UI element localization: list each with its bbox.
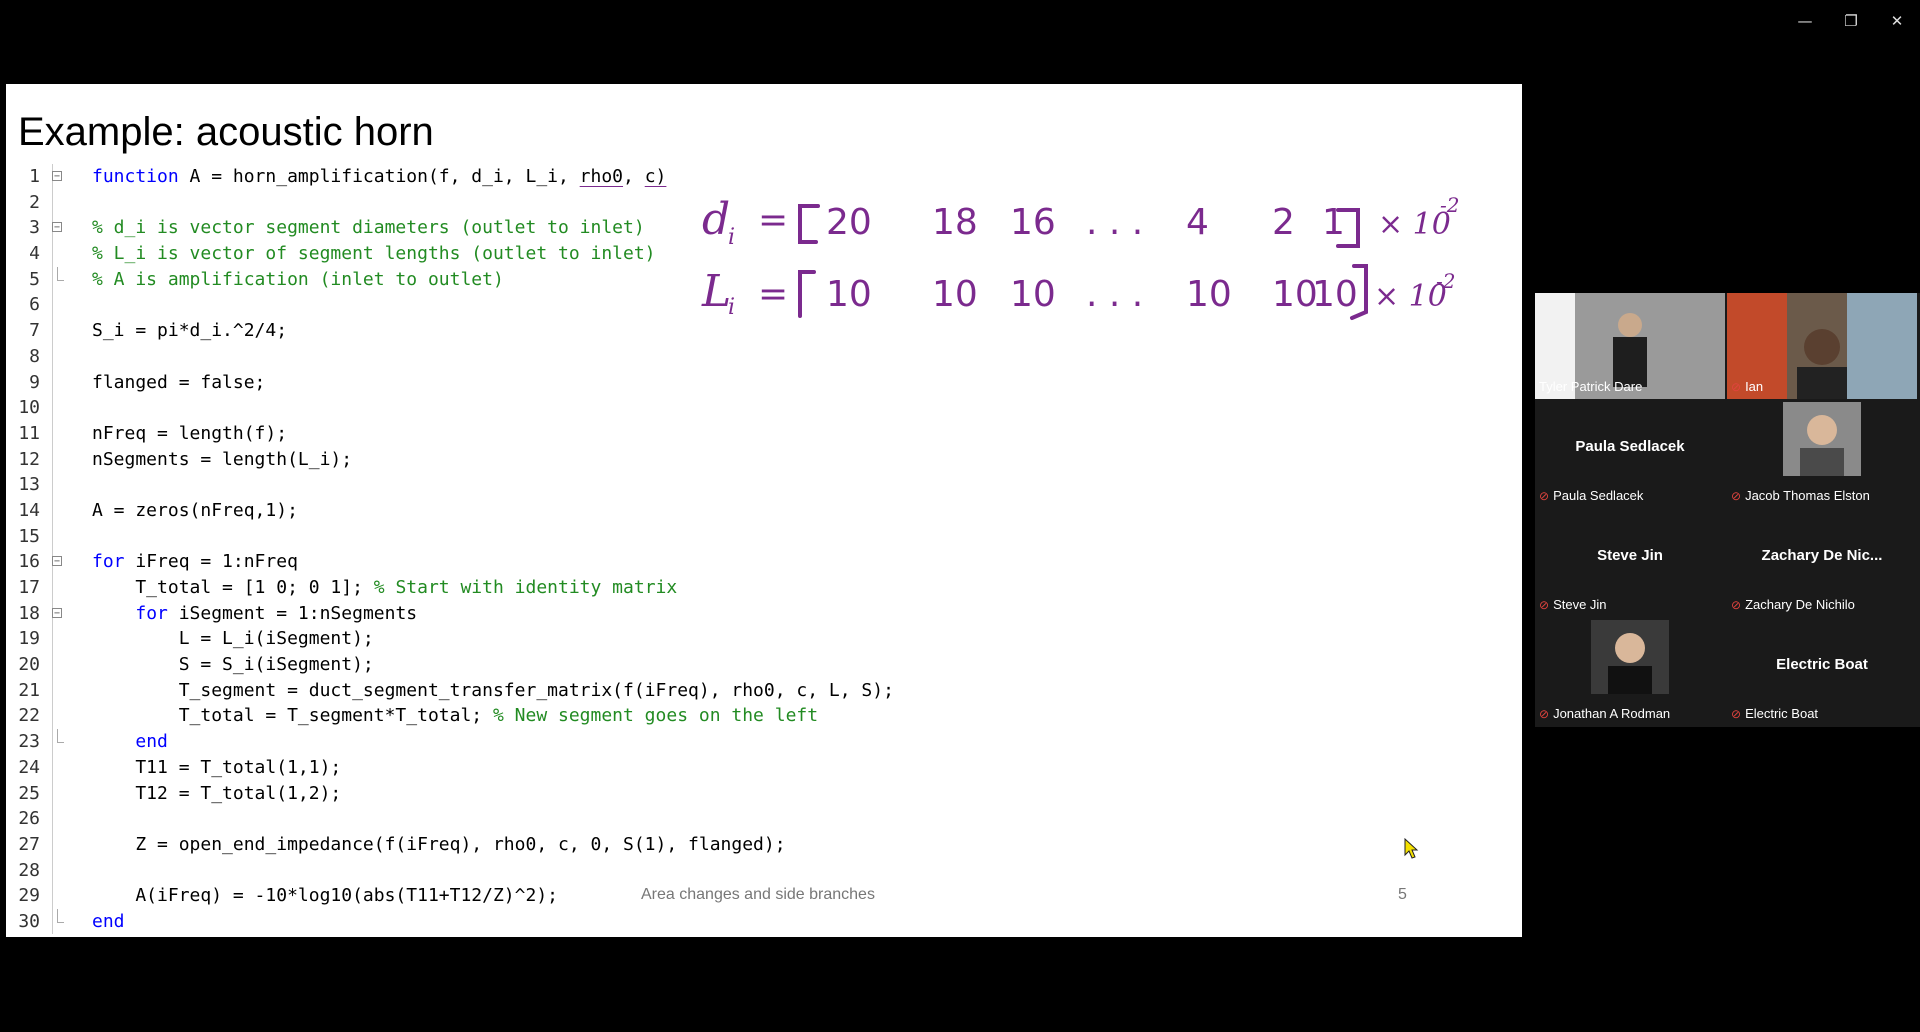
participant-name-bar: ⊘ Zachary De Nichilo — [1731, 597, 1855, 612]
slide-footer: Area changes and side branches — [641, 886, 875, 903]
ink-exponent: -2 — [1440, 193, 1459, 217]
participant-tile[interactable]: ⊘ Jonathan A Rodman — [1535, 620, 1725, 726]
muted-mic-icon: ⊘ — [1731, 706, 1742, 721]
muted-mic-icon: ⊘ — [1539, 597, 1550, 612]
participant-name: Electric Boat — [1745, 706, 1819, 721]
participant-tile[interactable]: Electric Boat ⊘ Electric Boat — [1727, 620, 1917, 726]
ink-value: . . . — [1086, 202, 1143, 243]
participant-name: Ian — [1745, 379, 1764, 394]
participant-tile[interactable]: Tyler Patrick Dare — [1535, 293, 1725, 399]
muted-mic-icon: ⊘ — [1731, 488, 1742, 503]
participant-name-bar: ⊘ Steve Jin — [1539, 597, 1607, 612]
participant-display-name: Steve Jin — [1597, 547, 1663, 564]
ink-value: 10 — [1010, 274, 1056, 315]
participant-name-bar: ⊘ Jacob Thomas Elston — [1731, 488, 1870, 503]
participant-display-name: Electric Boat — [1776, 656, 1868, 673]
ink-d-subscript: i — [728, 225, 735, 250]
ink-value: 10 — [932, 274, 978, 315]
participant-tile[interactable]: ⊘ Ian — [1727, 293, 1917, 399]
muted-mic-icon: ⊘ — [1539, 706, 1550, 721]
muted-mic-icon: ⊘ — [1539, 488, 1550, 503]
minimize-icon[interactable]: — — [1782, 6, 1828, 36]
ink-bracket-open — [798, 204, 820, 244]
participant-tile[interactable]: Zachary De Nic... ⊘ Zachary De Nichilo — [1727, 511, 1917, 617]
participant-display-name: Paula Sedlacek — [1575, 438, 1685, 455]
shared-slide: Example: acoustic horn 1− function A = ho… — [6, 84, 1522, 937]
ink-value: 10 — [826, 274, 872, 315]
ink-d-label: d — [702, 194, 730, 245]
ink-value: 1 — [1322, 202, 1345, 243]
mouse-cursor-icon — [1404, 838, 1419, 859]
participant-name: Zachary De Nichilo — [1745, 597, 1855, 612]
participant-name-bar: ⊘ Electric Boat — [1731, 706, 1818, 721]
avatar — [1783, 402, 1861, 476]
ink-value: 2 — [1272, 202, 1295, 243]
ink-value: 18 — [932, 202, 978, 243]
participant-name-bar: ⊘ Ian — [1731, 379, 1763, 394]
ink-bracket-open — [798, 270, 816, 318]
close-icon[interactable]: ✕ — [1874, 6, 1920, 36]
participant-name: Jacob Thomas Elston — [1745, 488, 1870, 503]
participant-tile[interactable]: Steve Jin ⊘ Steve Jin — [1535, 511, 1725, 617]
ink-equals: = — [758, 274, 788, 315]
slide-page-number: 5 — [1398, 886, 1407, 903]
participant-tile[interactable]: ⊘ Jacob Thomas Elston — [1727, 402, 1917, 508]
window-controls: — ❐ ✕ — [1782, 6, 1920, 36]
ink-value: 4 — [1186, 202, 1209, 243]
participant-name: Paula Sedlacek — [1553, 488, 1644, 503]
restore-icon[interactable]: ❐ — [1828, 6, 1874, 36]
participant-name: Steve Jin — [1553, 597, 1607, 612]
ink-L-label: L — [701, 266, 731, 317]
participant-name: Jonathan A Rodman — [1553, 706, 1671, 721]
handwritten-annotations: d i = L i = × 10 -2 × 10 -2 20 18 16. . .4… — [701, 193, 1459, 320]
participant-display-name: Zachary De Nic... — [1761, 547, 1883, 564]
participants-panel: Tyler Patrick Dare ⊘ Ian Paula Sedlacek ⊘ Pau… — [1535, 293, 1920, 727]
ink-value: 10 — [1312, 274, 1358, 315]
participant-name-bar: ⊘ Paula Sedlacek — [1539, 488, 1643, 503]
muted-mic-icon: ⊘ — [1731, 379, 1742, 394]
participant-name: Tyler Patrick Dare — [1539, 379, 1643, 394]
muted-mic-icon: ⊘ — [1731, 597, 1742, 612]
ink-equals: = — [758, 200, 788, 241]
ink-value: 10 — [1272, 274, 1318, 315]
ink-L-subscript: i — [728, 295, 735, 320]
ink-value: 10 — [1186, 274, 1232, 315]
participant-name-bar: Tyler Patrick Dare — [1539, 379, 1642, 394]
avatar — [1591, 620, 1669, 694]
ink-value: 16 — [1010, 202, 1056, 243]
participant-tile[interactable]: Paula Sedlacek ⊘ Paula Sedlacek — [1535, 402, 1725, 508]
ink-value: . . . — [1086, 274, 1143, 315]
ink-exponent: -2 — [1436, 269, 1455, 293]
ink-value: 20 — [826, 202, 872, 243]
participant-name-bar: ⊘ Jonathan A Rodman — [1539, 706, 1670, 721]
